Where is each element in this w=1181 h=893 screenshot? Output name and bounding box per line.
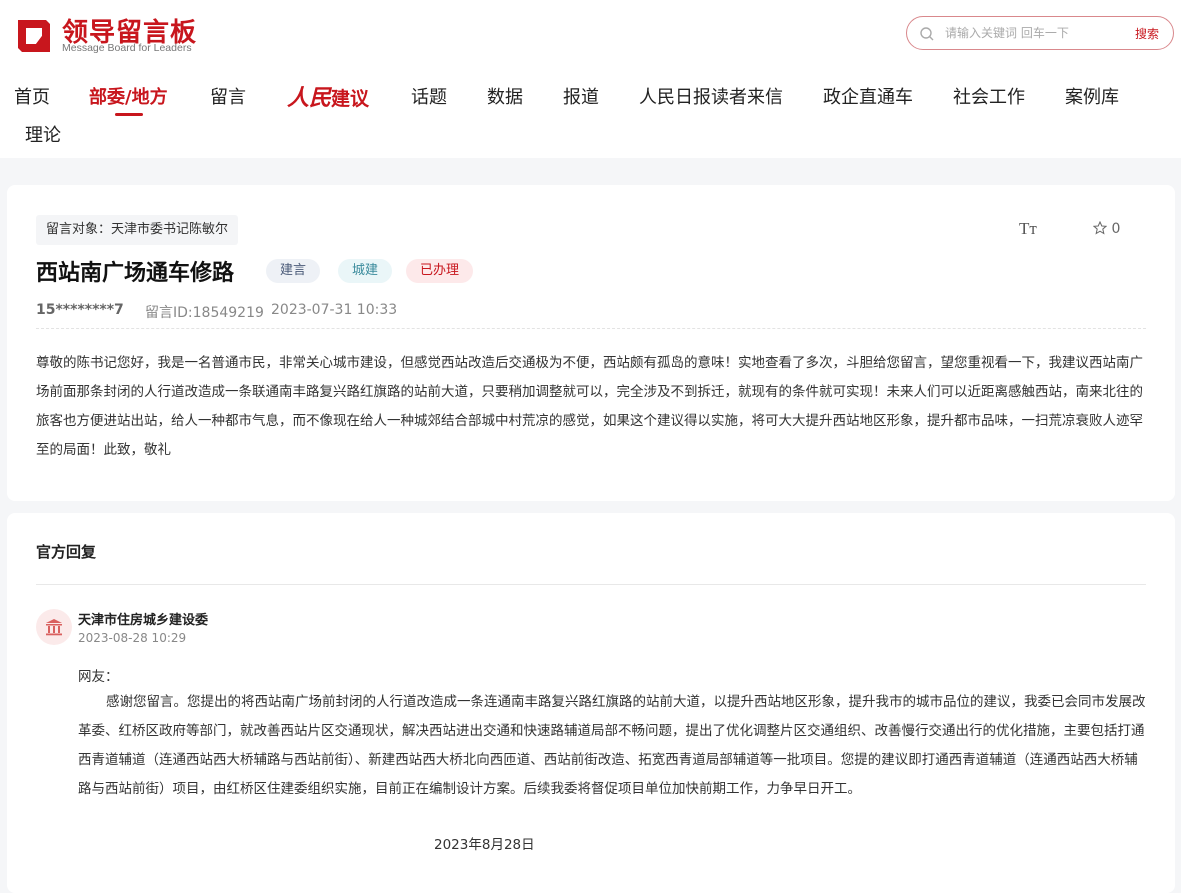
message-content: 尊敬的陈书记您好，我是一名普通市民，非常关心城市建设，但感觉西站改造后交通极为不… <box>36 355 1143 458</box>
message-date: 2023-07-31 10:33 <box>271 302 398 318</box>
nav-home[interactable]: 首页 <box>14 83 50 109</box>
star-icon <box>1092 220 1108 235</box>
message-user: 15********7 <box>36 302 124 318</box>
avatar <box>36 609 72 645</box>
favorite-button[interactable]: 0 <box>1092 220 1121 237</box>
reply-org-name: 天津市住房城乡建设委 <box>78 613 209 628</box>
nav-case-library[interactable]: 案例库 <box>1065 83 1119 109</box>
header: 领导留言板 Message Board for Leaders 搜索 首页 部委… <box>0 0 1181 158</box>
search-button[interactable]: 搜索 <box>1135 25 1159 42</box>
search-box: 搜索 <box>906 16 1174 50</box>
message-id: 留言ID:18549219 <box>145 305 264 321</box>
nav-enterprise-express[interactable]: 政企直通车 <box>823 83 913 109</box>
font-size-toggle[interactable]: Tт <box>1019 219 1037 239</box>
nav-social-work[interactable]: 社会工作 <box>953 83 1025 109</box>
nav-messages[interactable]: 留言 <box>210 83 246 109</box>
divider <box>36 584 1146 585</box>
status-badge: 已办理 <box>406 259 474 283</box>
search-icon <box>920 27 934 41</box>
nav-readers-letters[interactable]: 人民日报读者来信 <box>639 83 783 109</box>
reply-card: 官方回复 天津市住房城乡建设委 2023-08-28 10:29 网友： 感谢您… <box>7 513 1175 893</box>
message-title: 西站南广场通车修路 <box>36 261 235 286</box>
reply-heading: 官方回复 <box>36 543 97 561</box>
nav-suggestions-label: 建议 <box>331 88 370 110</box>
nav-active-indicator <box>115 113 143 116</box>
reply-sign-date: 2023年8月28日 <box>434 837 535 853</box>
reply-date: 2023-08-28 10:29 <box>78 631 187 645</box>
nav-people-script: 人民 <box>287 85 332 111</box>
nav-data[interactable]: 数据 <box>487 83 523 109</box>
reply-salutation: 网友： <box>78 669 119 685</box>
nav-people-suggestions[interactable]: 人民建议 <box>287 80 369 112</box>
government-building-icon <box>46 619 62 636</box>
divider <box>36 328 1146 329</box>
message-card: 留言对象：天津市委书记陈敏尔 Tт 0 西站南广场通车修路 建言 城建 已办理 … <box>7 185 1175 501</box>
reply-body: 感谢您留言。您提出的将西站南广场前封闭的人行道改造成一条连通南丰路复兴路红旗路的… <box>78 694 1146 797</box>
logo[interactable]: 领导留言板 Message Board for Leaders <box>14 14 214 58</box>
logo-subtitle: Message Board for Leaders <box>62 42 192 54</box>
nav-reports[interactable]: 报道 <box>563 83 599 109</box>
favorite-count: 0 <box>1111 221 1121 237</box>
nav-ministries-local[interactable]: 部委/地方 <box>89 83 168 109</box>
tag-suggestion[interactable]: 建言 <box>266 259 321 283</box>
message-target: 留言对象：天津市委书记陈敏尔 <box>36 215 239 245</box>
nav-topics[interactable]: 话题 <box>411 83 447 109</box>
nav-theory[interactable]: 理论 <box>25 121 61 147</box>
search-input[interactable] <box>945 23 1095 43</box>
logo-icon <box>18 20 50 52</box>
tag-urban-construction[interactable]: 城建 <box>338 259 393 283</box>
